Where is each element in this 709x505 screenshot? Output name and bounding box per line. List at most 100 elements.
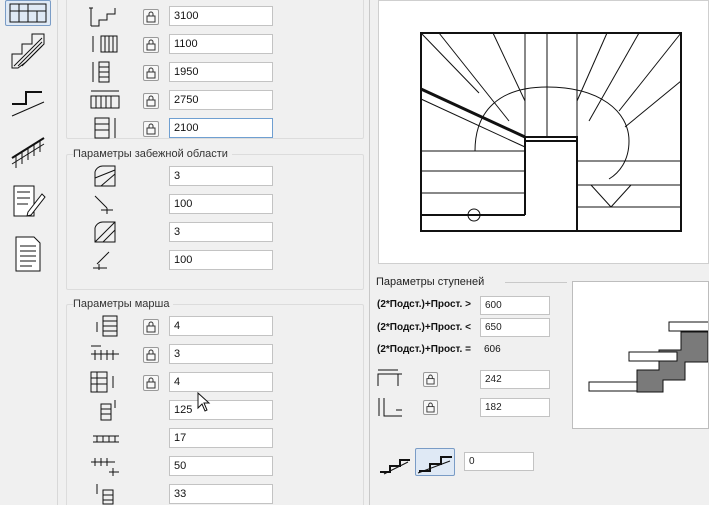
lock-icon [146, 377, 156, 389]
param-row: 125 [67, 397, 365, 425]
param-row: 17 [67, 425, 365, 453]
winder-steps-field[interactable]: 3 [169, 166, 273, 186]
riser-lock-button[interactable] [423, 400, 438, 415]
headroom-height-icon [94, 117, 116, 139]
nosing-on-button[interactable] [415, 448, 455, 476]
flight-nosing-icon [93, 435, 119, 443]
step-nosing-off-icon [380, 459, 410, 475]
winder-steps-second-icon [94, 221, 116, 243]
flight-overhang-icon [91, 458, 119, 476]
riser-height-field[interactable]: 182 [480, 398, 550, 417]
lock-icon [426, 402, 435, 413]
lock-button[interactable] [143, 347, 159, 363]
stair-step-tool-button[interactable] [5, 80, 51, 120]
flight-parameters-group: 4 3 4 125 17 50 33 [66, 304, 364, 505]
param-row: 2100 [67, 115, 365, 143]
winder-offset-second-field[interactable]: 100 [169, 250, 273, 270]
depth-field[interactable]: 1950 [169, 62, 273, 82]
rule-less-field[interactable]: 650 [480, 318, 550, 337]
winder-group-title: Параметры забежной области [73, 148, 232, 160]
flight-treads-field[interactable]: 3 [169, 344, 273, 364]
param-row: 1100 [67, 31, 365, 59]
flight-riser-height-field[interactable]: 125 [169, 400, 273, 420]
nosing-field[interactable]: 0 [464, 452, 534, 471]
winder-parameters-group: 3 100 3 100 [66, 154, 364, 290]
lock-button[interactable] [143, 93, 159, 109]
stair-total-height-icon [89, 7, 116, 27]
flight-treads-icon [91, 345, 119, 360]
lock-button[interactable] [143, 121, 159, 137]
winder-steps-second-field[interactable]: 3 [169, 222, 273, 242]
title-divider [505, 282, 567, 283]
step-profile-drawing [588, 321, 709, 393]
edit-document-tool-button[interactable] [5, 182, 51, 222]
rule-equal-label: (2*Подст.)+Прост. = [377, 344, 471, 355]
flight-steps-icon [96, 315, 118, 337]
flight-riser-height-icon [100, 400, 116, 421]
lock-icon [426, 374, 435, 385]
step-parameters-title: Параметры ступеней [376, 276, 485, 288]
document-icon [15, 236, 41, 272]
stair-length-icon [90, 90, 120, 109]
width-field[interactable]: 1100 [169, 34, 273, 54]
stair-dimensions-group: 3100 1100 1950 2750 2100 [66, 0, 364, 139]
plan-layout-tool-button[interactable] [5, 0, 51, 26]
tread-depth-field[interactable]: 242 [480, 370, 550, 389]
lock-button[interactable] [143, 65, 159, 81]
param-row: 100 [67, 191, 365, 219]
stair-structure-tool-button[interactable] [5, 30, 51, 70]
winder-offset-second-icon [93, 251, 110, 270]
lock-icon [146, 11, 156, 23]
flight-risers-icon [90, 371, 114, 393]
lock-button[interactable] [143, 319, 159, 335]
stair-plan-preview [378, 0, 709, 264]
param-row: 4 [67, 369, 365, 397]
railing-icon [11, 137, 45, 168]
parameters-panel: 3100 1100 1950 2750 2100 3 100 3 100 Пар… [58, 0, 370, 505]
param-row: 33 [67, 481, 365, 505]
rule-greater-label: (2*Подст.)+Прост. > [377, 299, 471, 310]
param-row: 50 [67, 453, 365, 481]
mouse-cursor-icon [197, 392, 211, 412]
step-nosing-on-icon [417, 456, 452, 474]
lock-icon [146, 321, 156, 333]
total-height-field[interactable]: 3100 [169, 6, 273, 26]
winder-offset-icon [94, 195, 113, 214]
rule-less-label: (2*Подст.)+Прост. < [377, 322, 471, 333]
lock-icon [146, 67, 156, 79]
flight-overhang-field[interactable]: 50 [169, 456, 273, 476]
stair-width-icon [92, 35, 118, 53]
rule-greater-field[interactable]: 600 [480, 296, 550, 315]
param-row: 1950 [67, 59, 365, 87]
lock-icon [146, 95, 156, 107]
railing-tool-button[interactable] [5, 130, 51, 170]
lock-icon [146, 123, 156, 135]
winder-steps-icon [94, 165, 116, 187]
rule-equal-value: 606 [484, 344, 501, 355]
winder-offset-field[interactable]: 100 [169, 194, 273, 214]
param-row: 2750 [67, 87, 365, 115]
flight-risers-field[interactable]: 4 [169, 372, 273, 392]
tread-lock-button[interactable] [423, 372, 438, 387]
flight-group-title: Параметры марша [73, 298, 174, 310]
param-row: 3100 [67, 3, 365, 31]
stair-depth-icon [92, 61, 110, 83]
flight-nosing-field[interactable]: 17 [169, 428, 273, 448]
headroom-field[interactable]: 2100 [169, 118, 273, 138]
lock-icon [146, 39, 156, 51]
stair-structure-icon [11, 33, 45, 69]
plan-layout-icon [9, 3, 47, 23]
tread-depth-icon [377, 369, 402, 386]
flight-steps-field[interactable]: 4 [169, 316, 273, 336]
nosing-off-button[interactable] [378, 450, 412, 476]
document-tool-button[interactable] [5, 234, 51, 274]
param-row: 3 [67, 163, 365, 191]
edit-document-icon [13, 185, 46, 217]
lock-button[interactable] [143, 37, 159, 53]
length-field[interactable]: 2750 [169, 90, 273, 110]
lock-icon [146, 349, 156, 361]
lock-button[interactable] [143, 9, 159, 25]
lock-button[interactable] [143, 375, 159, 391]
flight-thickness-field[interactable]: 33 [169, 484, 273, 504]
step-profile-preview [572, 281, 709, 429]
